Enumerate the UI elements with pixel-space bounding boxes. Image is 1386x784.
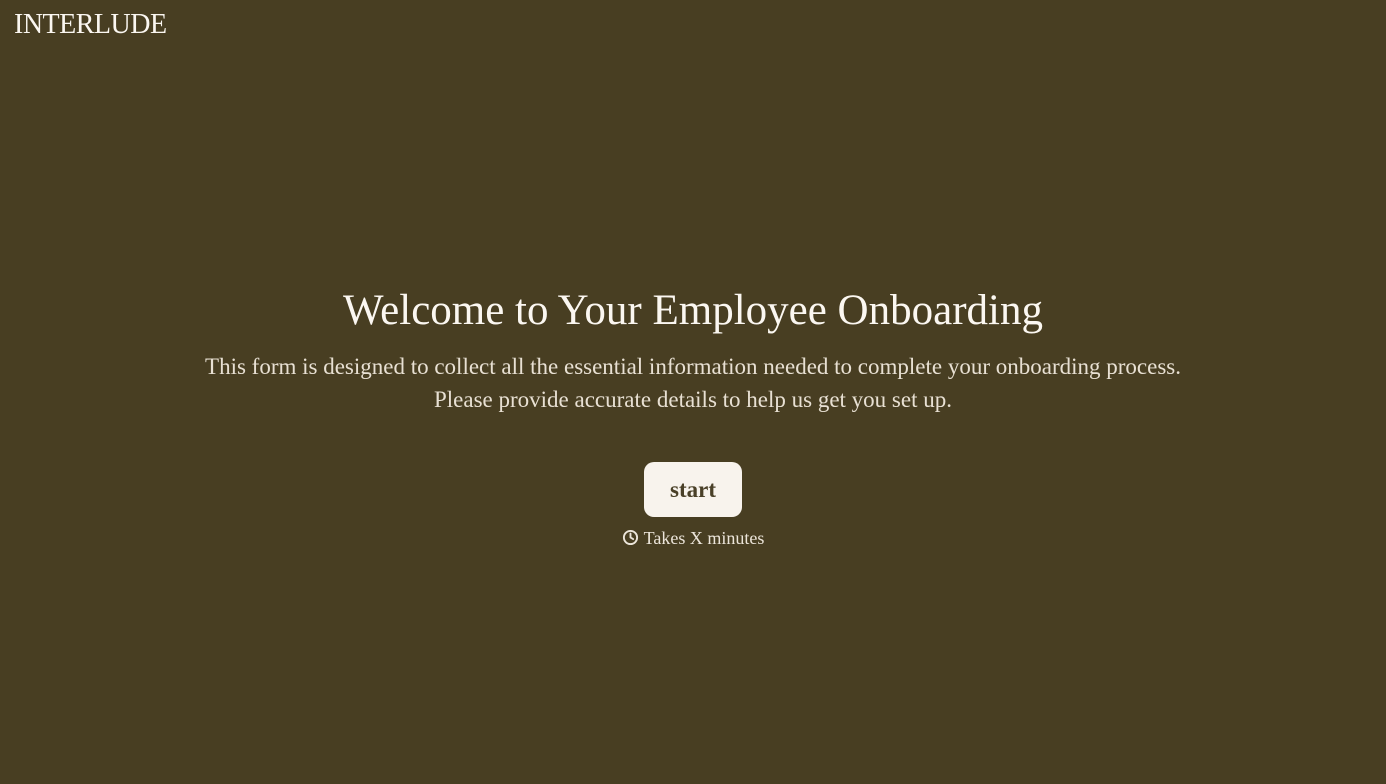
duration-label: Takes X minutes: [643, 528, 765, 548]
brand-logo: INTERLUDE: [14, 9, 167, 40]
page-description: This form is designed to collect all the…: [205, 354, 1181, 412]
duration-estimate: Takes X minutes: [0, 526, 1386, 550]
welcome-screen: Welcome to Your Employee Onboarding This…: [0, 282, 1386, 550]
clock-icon: [622, 528, 639, 545]
page-title: Welcome to Your Employee Onboarding: [343, 287, 1043, 334]
start-button[interactable]: start: [644, 462, 742, 517]
